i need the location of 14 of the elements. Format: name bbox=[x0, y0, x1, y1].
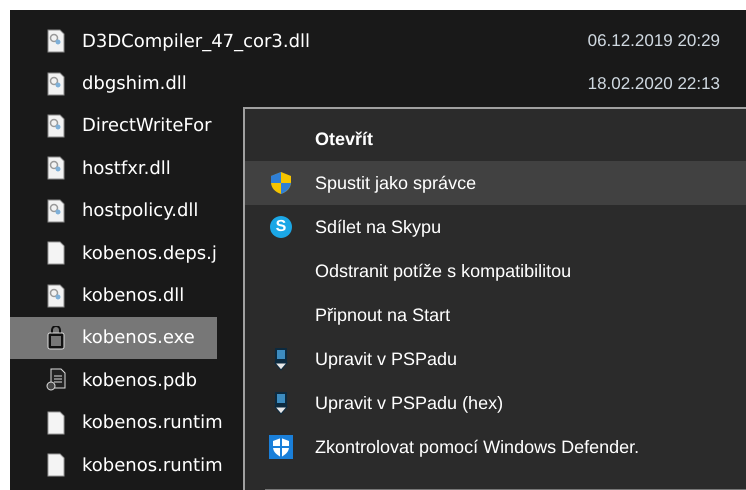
date-modified: 06.12.2019 20:29 bbox=[588, 31, 720, 52]
file-name: kobenos.runtim bbox=[82, 454, 223, 476]
file-name: hostfxr.dll bbox=[82, 158, 171, 179]
file-name: dbgshim.dll bbox=[82, 73, 187, 94]
file-name: hostpolicy.dll bbox=[82, 200, 198, 222]
file-name: kobenos.exe bbox=[82, 327, 195, 348]
file-name: kobenos.pdb bbox=[82, 370, 198, 391]
file-name: DirectWriteFor bbox=[82, 115, 212, 136]
skype-icon: S bbox=[270, 216, 292, 238]
file-name: kobenos.dll bbox=[82, 285, 184, 306]
file-name: kobenos.runtim bbox=[82, 412, 223, 434]
file-name: D3DCompiler_47_cor3.dll bbox=[82, 30, 310, 52]
date-modified: 18.02.2020 22:13 bbox=[588, 74, 720, 94]
file-name: kobenos.deps.j bbox=[82, 242, 217, 264]
